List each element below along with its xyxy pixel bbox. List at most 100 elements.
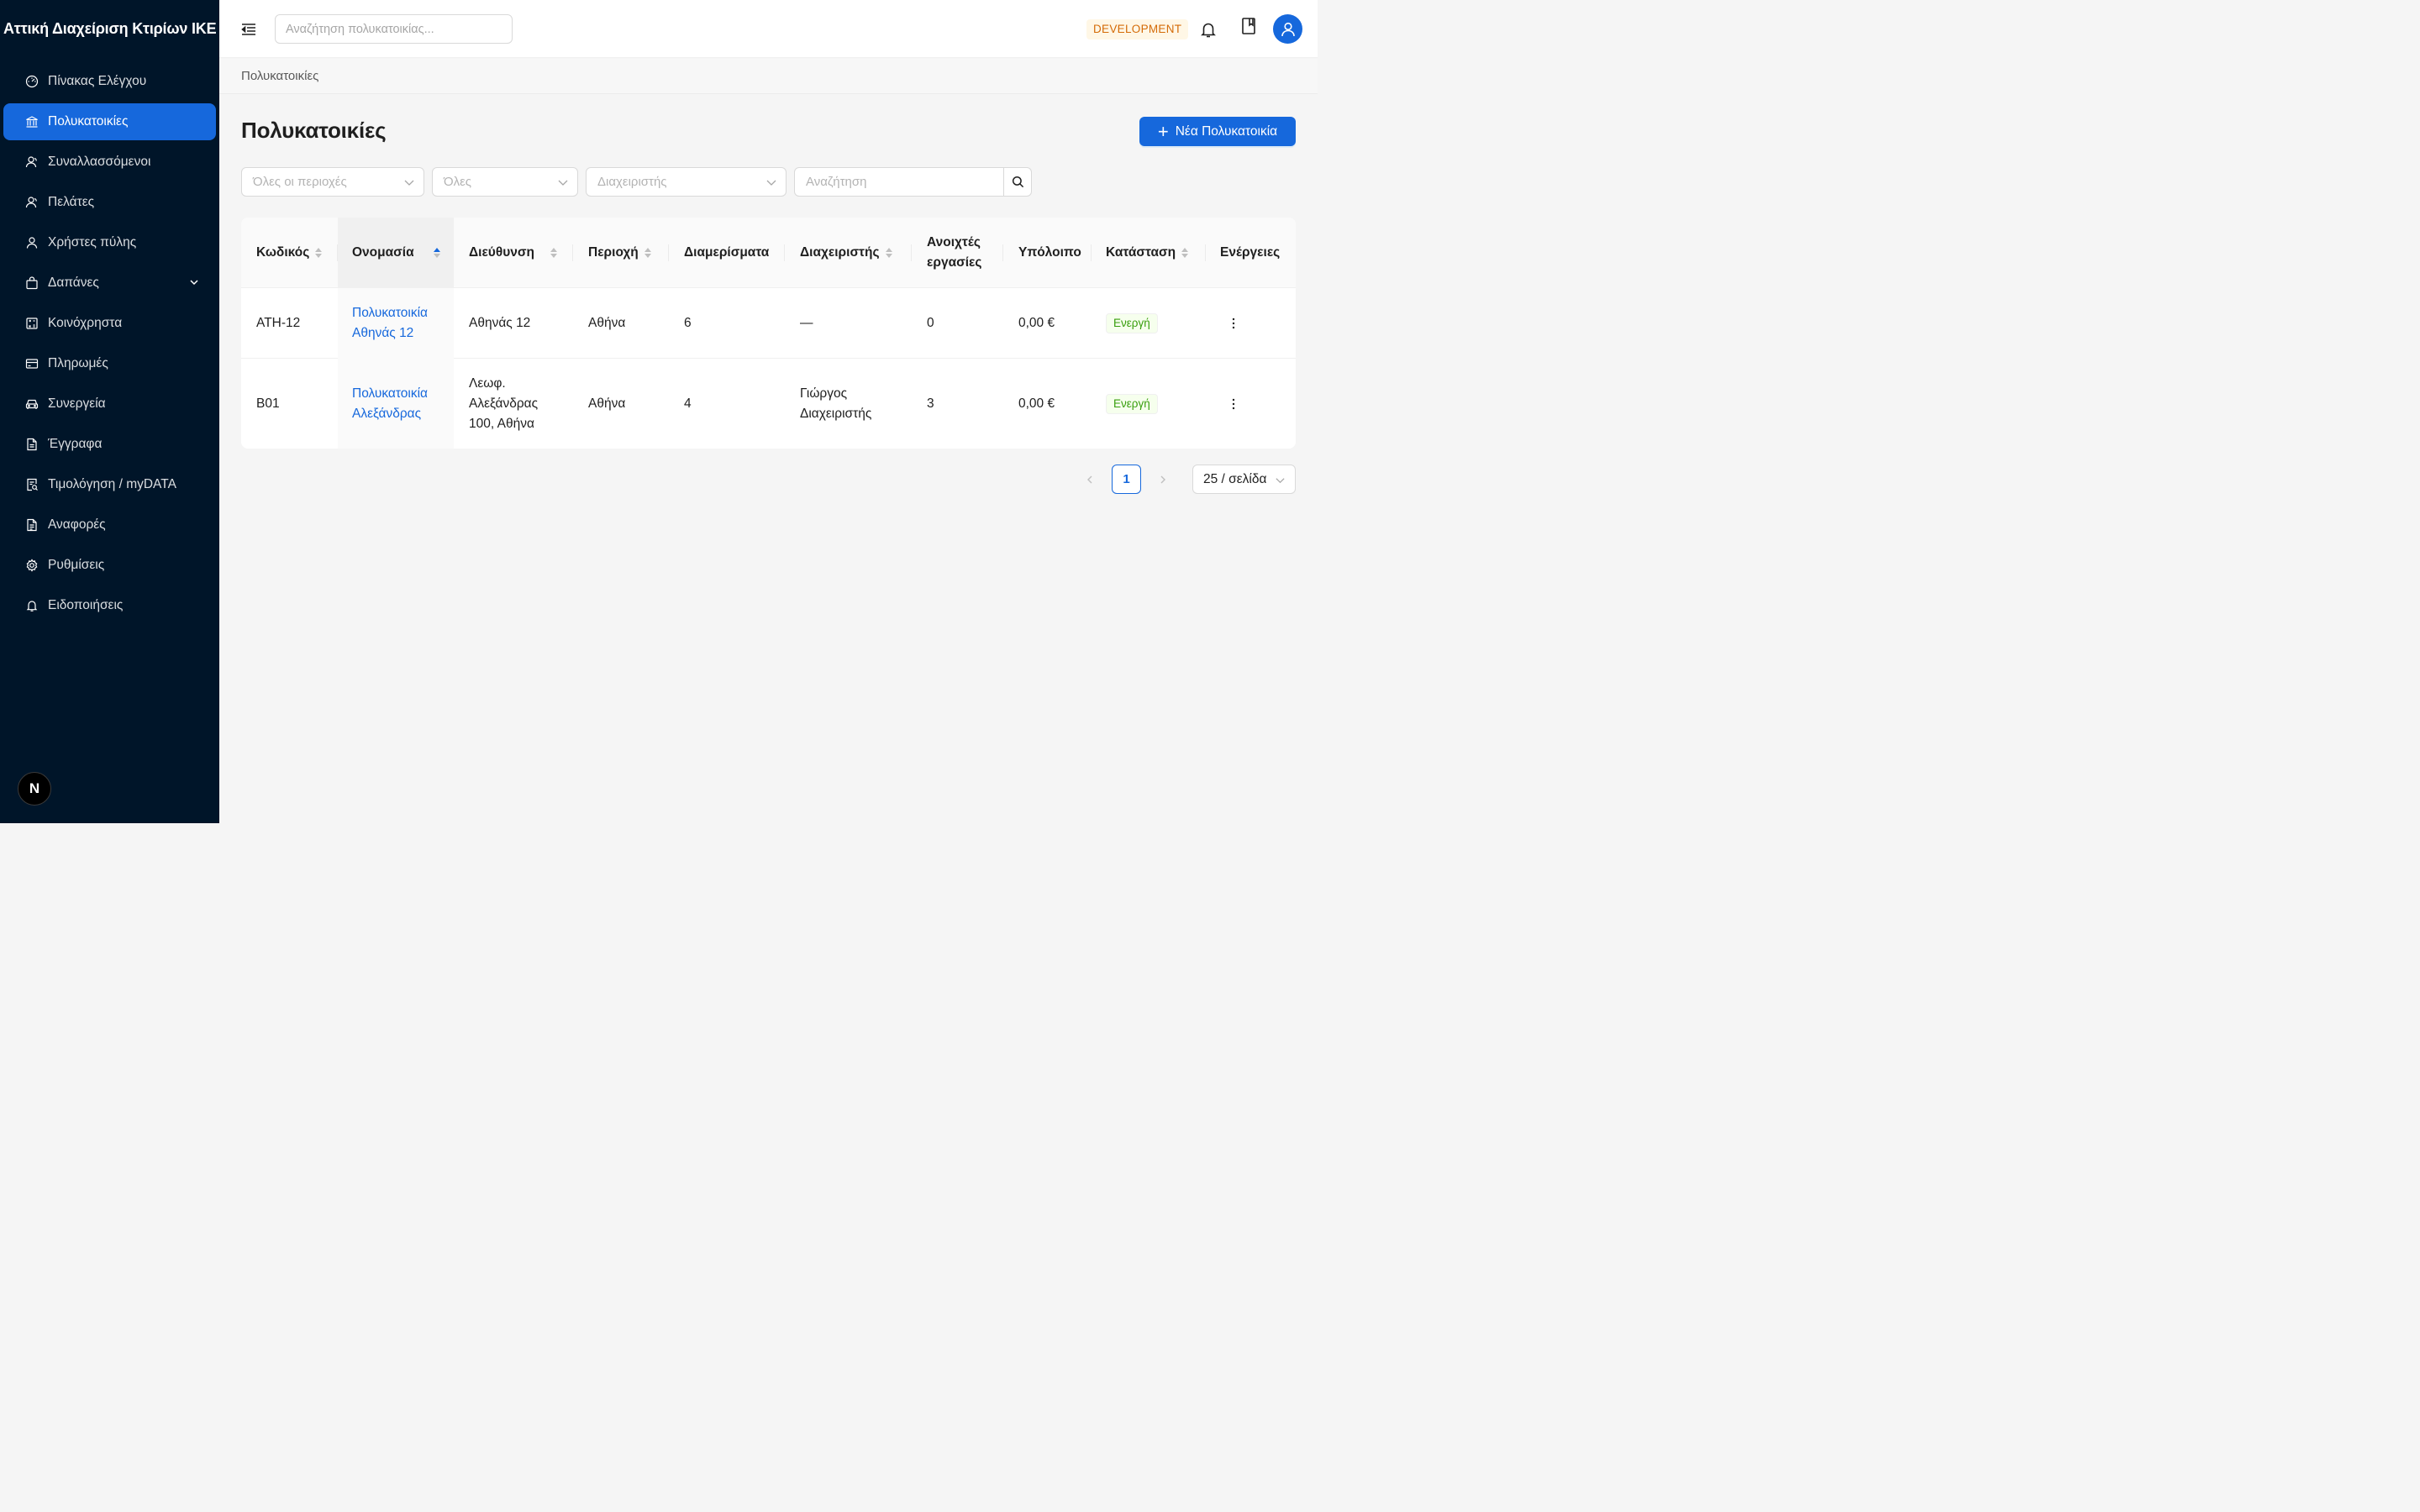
- chevron-left-icon: [1087, 475, 1092, 484]
- sidebar-item-expenses[interactable]: Δαπάνες: [3, 265, 216, 302]
- sidebar-item-label: Πελάτες: [48, 195, 95, 209]
- cell-name: Πολυκατοικία Αθηνάς 12: [338, 288, 454, 359]
- column-header-address[interactable]: Διεύθυνση: [454, 218, 573, 288]
- sidebar-item-common-charges[interactable]: Κοινόχρηστα: [3, 305, 216, 342]
- cell-balance: 0,00 €: [1018, 316, 1055, 330]
- sidebar-item-invoicing[interactable]: Τιμολόγηση / myDATA: [3, 466, 216, 503]
- app-logo-badge[interactable]: N: [18, 772, 51, 806]
- more-actions-icon[interactable]: [1227, 397, 1240, 411]
- contacts-icon: [25, 155, 39, 169]
- cell-actions: [1206, 288, 1296, 359]
- credit-card-icon: [25, 357, 39, 370]
- column-label: Ενέργειες: [1220, 245, 1281, 260]
- new-building-button[interactable]: + Νέα Πολυκατοικία: [1139, 117, 1296, 146]
- breadcrumb: Πολυκατοικίες: [241, 69, 319, 83]
- cell-code: B01: [256, 396, 280, 411]
- cell-manager: —: [800, 316, 813, 330]
- user-icon: [1281, 22, 1295, 36]
- environment-badge: DEVELOPMENT: [1086, 19, 1189, 39]
- sidebar-item-label: Συναλλασσόμενοι: [48, 155, 151, 169]
- column-label: Ονομασία: [352, 245, 414, 260]
- table-header: Κωδικός Ονομασία Διεύθυνση Περιοχή Διαμε…: [241, 218, 1296, 288]
- region-filter-placeholder: Όλες οι περιοχές: [253, 175, 347, 189]
- book-icon[interactable]: [1240, 17, 1257, 35]
- column-header-apartments: Διαμερίσματα: [669, 218, 785, 288]
- dashboard-icon: [25, 75, 39, 88]
- column-header-balance: Υπόλοιπο: [1003, 218, 1092, 288]
- column-header-status[interactable]: Κατάσταση: [1092, 218, 1206, 288]
- column-label: Υπόλοιπο: [1018, 245, 1081, 260]
- user-avatar[interactable]: [1273, 14, 1302, 44]
- sidebar-item-contacts[interactable]: Συναλλασσόμενοι: [3, 144, 216, 181]
- page-size-select[interactable]: 25 / σελίδα: [1192, 465, 1296, 494]
- search-button[interactable]: [1003, 167, 1032, 197]
- sidebar-item-label: Συνεργεία: [48, 396, 106, 411]
- cell-open-tasks: 3: [927, 396, 934, 411]
- topbar: DEVELOPMENT: [219, 0, 1318, 58]
- table-search: [794, 167, 1032, 197]
- more-actions-icon[interactable]: [1227, 317, 1240, 330]
- sidebar-item-label: Πίνακας Ελέγχου: [48, 74, 147, 88]
- sidebar-item-label: Χρήστες πύλης: [48, 235, 137, 249]
- cell-status: Ενεργή: [1092, 359, 1206, 449]
- column-header-region[interactable]: Περιοχή: [573, 218, 669, 288]
- pagination-next[interactable]: [1150, 466, 1176, 493]
- calculator-icon: [25, 317, 39, 330]
- cell-name: Πολυκατοικία Αλεξάνδρας: [338, 359, 454, 449]
- manager-filter-placeholder: Διαχειριστής: [597, 175, 667, 189]
- bell-icon: [25, 599, 39, 612]
- manager-filter-select[interactable]: Διαχειριστής: [586, 167, 786, 197]
- chevron-right-icon: [1160, 475, 1165, 484]
- sidebar-item-dashboard[interactable]: Πίνακας Ελέγχου: [3, 63, 216, 100]
- column-label: Ανοιχτές εργασίες: [927, 235, 982, 270]
- plus-icon: +: [1157, 120, 1169, 142]
- column-header-name[interactable]: Ονομασία: [338, 218, 454, 288]
- table-search-input[interactable]: [794, 167, 1004, 197]
- sidebar-item-customers[interactable]: Πελάτες: [3, 184, 216, 221]
- sidebar-item-payments[interactable]: Πληρωμές: [3, 345, 216, 382]
- file-icon: [25, 438, 39, 451]
- chevron-down-icon[interactable]: [189, 277, 199, 287]
- column-header-code[interactable]: Κωδικός: [241, 218, 338, 288]
- column-header-manager[interactable]: Διαχειριστής: [785, 218, 912, 288]
- sidebar-item-notifications[interactable]: Ειδοποιήσεις: [3, 587, 216, 624]
- sidebar-item-reports[interactable]: Αναφορές: [3, 507, 216, 543]
- chevron-down-icon: [766, 180, 776, 186]
- sidebar-item-label: Ειδοποιήσεις: [48, 598, 124, 612]
- building-name-link[interactable]: Πολυκατοικία Αθηνάς 12: [352, 303, 445, 344]
- sidebar-item-label: Ρυθμίσεις: [48, 558, 105, 572]
- column-label: Διαμερίσματα: [684, 245, 770, 260]
- sidebar-item-label: Αναφορές: [48, 517, 106, 532]
- bank-icon: [25, 115, 39, 129]
- notifications-bell-icon[interactable]: [1199, 20, 1218, 39]
- table-row[interactable]: B01 Πολυκατοικία Αλεξάνδρας Λεωφ. Αλεξάν…: [241, 359, 1296, 449]
- cell-region: Αθήνα: [588, 316, 626, 330]
- sidebar-item-contractors[interactable]: Συνεργεία: [3, 386, 216, 423]
- gear-icon: [25, 559, 39, 572]
- shopping-bag-icon: [25, 276, 39, 290]
- sidebar-item-buildings[interactable]: Πολυκατοικίες: [3, 103, 216, 140]
- sidebar-item-portal-users[interactable]: Χρήστες πύλης: [3, 224, 216, 261]
- sort-ascend-icon: [433, 248, 440, 258]
- region-filter-select[interactable]: Όλες οι περιοχές: [241, 167, 424, 197]
- menu-fold-icon[interactable]: [239, 20, 258, 39]
- chevron-down-icon: [1276, 478, 1285, 484]
- chevron-down-icon: [558, 180, 568, 186]
- sidebar: Αττική Διαχείριση Κτιρίων ΙΚΕ Πίνακας Ελ…: [0, 0, 219, 823]
- user-icon: [25, 236, 39, 249]
- sidebar-item-label: Πολυκατοικίες: [48, 114, 129, 129]
- column-label: Διεύθυνση: [469, 245, 534, 260]
- sidebar-item-settings[interactable]: Ρυθμίσεις: [3, 547, 216, 584]
- building-name-link[interactable]: Πολυκατοικία Αλεξάνδρας: [352, 384, 445, 424]
- pagination-prev[interactable]: [1077, 466, 1102, 493]
- sidebar-item-label: Τιμολόγηση / myDATA: [48, 477, 176, 491]
- table-row[interactable]: ATH-12 Πολυκατοικία Αθηνάς 12 Αθηνάς 12 …: [241, 288, 1296, 359]
- sidebar-item-documents[interactable]: Έγγραφα: [3, 426, 216, 463]
- sort-icon: [315, 248, 323, 258]
- building-search-input[interactable]: [275, 14, 513, 44]
- cell-address: Αθηνάς 12: [469, 316, 531, 330]
- column-label: Κωδικός: [256, 245, 310, 260]
- cell-actions: [1206, 359, 1296, 449]
- pagination-page-1[interactable]: 1: [1112, 465, 1141, 494]
- status-filter-select[interactable]: Όλες: [432, 167, 578, 197]
